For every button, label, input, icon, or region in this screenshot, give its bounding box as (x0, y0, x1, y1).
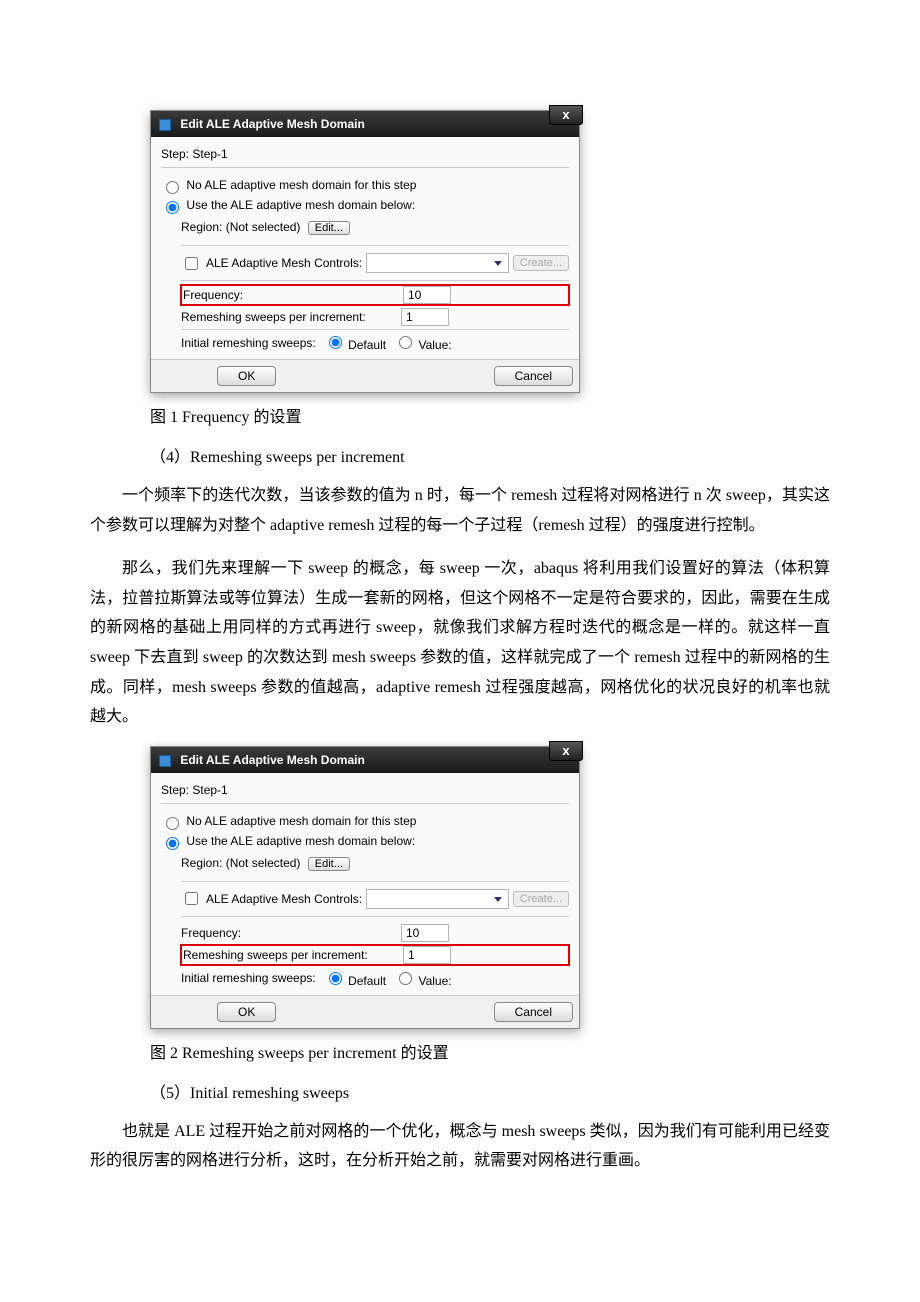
sweeps-input[interactable] (403, 946, 451, 964)
edit-region-button[interactable]: Edit... (308, 221, 350, 235)
dialog-titlebar: Edit ALE Adaptive Mesh Domain x (151, 111, 579, 137)
step-label: Step: (161, 783, 189, 797)
frequency-label: Frequency: (181, 926, 401, 940)
initial-sweeps-row: Initial remeshing sweeps: Default Value: (181, 329, 569, 355)
section-5-heading: （5）Initial remeshing sweeps (150, 1079, 830, 1103)
paragraph-2: 那么，我们先来理解一下 sweep 的概念，每 sweep 一次，abaqus … (90, 554, 830, 732)
controls-checkbox[interactable] (185, 257, 198, 270)
frequency-row-highlighted: Frequency: (181, 285, 569, 305)
initial-sweeps-row: Initial remeshing sweeps: Default Value: (181, 965, 569, 991)
cancel-button[interactable]: Cancel (494, 366, 573, 386)
controls-label: ALE Adaptive Mesh Controls: (206, 256, 362, 270)
ok-button[interactable]: OK (217, 366, 276, 386)
dialog-title: Edit ALE Adaptive Mesh Domain (180, 753, 364, 767)
radio-use[interactable] (166, 201, 179, 214)
initial-sweeps-label: Initial remeshing sweeps: (181, 336, 316, 350)
radio-none-label: No ALE adaptive mesh domain for this ste… (186, 814, 416, 828)
radio-none[interactable] (166, 181, 179, 194)
region-value: (Not selected) (226, 220, 301, 234)
create-button[interactable]: Create... (513, 891, 569, 907)
controls-dropdown[interactable] (366, 253, 509, 273)
figure-2-caption: 图 2 Remeshing sweeps per increment 的设置 (150, 1039, 830, 1063)
radio-none-row[interactable]: No ALE adaptive mesh domain for this ste… (161, 176, 569, 196)
figure-1-caption: 图 1 Frequency 的设置 (150, 403, 830, 427)
initial-default-option[interactable]: Default (324, 333, 386, 352)
frequency-input[interactable] (403, 286, 451, 304)
cancel-button[interactable]: Cancel (494, 1002, 573, 1022)
controls-checkbox[interactable] (185, 892, 198, 905)
paragraph-3: 也就是 ALE 过程开始之前对网格的一个优化，概念与 mesh sweeps 类… (90, 1117, 830, 1176)
initial-value-option[interactable]: Value: (394, 333, 451, 352)
region-value: (Not selected) (226, 856, 301, 870)
frequency-label: Frequency: (183, 288, 403, 302)
step-label: Step: (161, 147, 189, 161)
close-button[interactable]: x (549, 105, 583, 125)
close-button[interactable]: x (549, 741, 583, 761)
step-row: Step: Step-1 (161, 145, 569, 168)
ale-dialog-figure-2: Edit ALE Adaptive Mesh Domain x Step: St… (150, 746, 580, 1029)
initial-value-option[interactable]: Value: (394, 969, 451, 988)
initial-sweeps-label: Initial remeshing sweeps: (181, 971, 316, 985)
frequency-row: Frequency: (181, 921, 569, 945)
app-icon (159, 119, 171, 131)
radio-default[interactable] (329, 972, 342, 985)
region-label: Region: (181, 856, 222, 870)
radio-value[interactable] (399, 336, 412, 349)
controls-dropdown[interactable] (366, 889, 509, 909)
section-4-heading: （4）Remeshing sweeps per increment (150, 443, 830, 467)
radio-use-row[interactable]: Use the ALE adaptive mesh domain below: (161, 196, 569, 216)
radio-value[interactable] (399, 972, 412, 985)
frequency-input[interactable] (401, 924, 449, 942)
dialog-title: Edit ALE Adaptive Mesh Domain (180, 117, 364, 131)
controls-label: ALE Adaptive Mesh Controls: (206, 892, 362, 906)
region-row: Region: (Not selected) Edit... (181, 852, 569, 877)
region-label: Region: (181, 220, 222, 234)
radio-use-row[interactable]: Use the ALE adaptive mesh domain below: (161, 832, 569, 852)
sweeps-label: Remeshing sweeps per increment: (181, 310, 401, 324)
ok-button[interactable]: OK (217, 1002, 276, 1022)
sweeps-row: Remeshing sweeps per increment: (181, 305, 569, 329)
app-icon (159, 755, 171, 767)
radio-use-label: Use the ALE adaptive mesh domain below: (186, 834, 415, 848)
radio-none-row[interactable]: No ALE adaptive mesh domain for this ste… (161, 812, 569, 832)
step-row: Step: Step-1 (161, 781, 569, 804)
create-button[interactable]: Create... (513, 255, 569, 271)
dialog-titlebar: Edit ALE Adaptive Mesh Domain x (151, 747, 579, 773)
radio-default[interactable] (329, 336, 342, 349)
initial-default-option[interactable]: Default (324, 969, 386, 988)
step-value: Step-1 (192, 147, 227, 161)
radio-use[interactable] (166, 837, 179, 850)
step-value: Step-1 (192, 783, 227, 797)
edit-region-button[interactable]: Edit... (308, 857, 350, 871)
radio-none[interactable] (166, 817, 179, 830)
region-row: Region: (Not selected) Edit... (181, 216, 569, 241)
controls-row: ALE Adaptive Mesh Controls: Create... (181, 250, 569, 276)
sweeps-input[interactable] (401, 308, 449, 326)
radio-use-label: Use the ALE adaptive mesh domain below: (186, 198, 415, 212)
ale-dialog-figure-1: Edit ALE Adaptive Mesh Domain x Step: St… (150, 110, 580, 393)
paragraph-1: 一个频率下的迭代次数，当该参数的值为 n 时，每一个 remesh 过程将对网格… (90, 481, 830, 540)
radio-none-label: No ALE adaptive mesh domain for this ste… (186, 178, 416, 192)
sweeps-row-highlighted: Remeshing sweeps per increment: (181, 945, 569, 965)
controls-row: ALE Adaptive Mesh Controls: Create... (181, 886, 569, 912)
sweeps-label: Remeshing sweeps per increment: (183, 948, 403, 962)
